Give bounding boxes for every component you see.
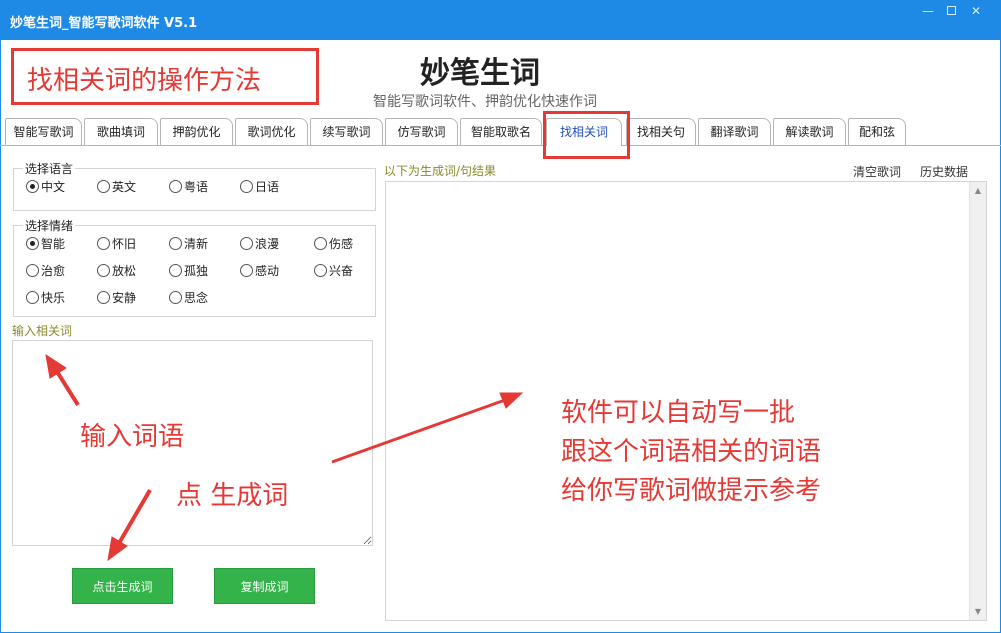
annotation-desc-line-1: 软件可以自动写一批 — [561, 398, 796, 428]
tab-continue-lyrics[interactable]: 续写歌词 — [310, 118, 383, 145]
radio-icon — [97, 180, 110, 193]
language-group-label: 选择语言 — [23, 160, 76, 177]
mood-option-excited[interactable]: 兴奋 — [314, 263, 353, 279]
tab-song-fill[interactable]: 歌曲填词 — [84, 118, 158, 145]
radio-icon — [26, 237, 39, 250]
radio-icon — [240, 180, 253, 193]
radio-icon — [26, 291, 39, 304]
app-name: 妙笔生词 — [420, 56, 540, 91]
tab-translate-lyrics[interactable]: 翻译歌词 — [698, 118, 771, 145]
radio-icon — [97, 264, 110, 277]
tab-lyrics-optimize[interactable]: 歌词优化 — [235, 118, 308, 145]
mood-group-label: 选择情绪 — [23, 217, 76, 234]
title-bar: 妙笔生词_智能写歌词软件 V5.1 — ✕ — [0, 0, 1001, 40]
radio-icon — [97, 237, 110, 250]
tab-imitate-lyrics[interactable]: 仿写歌词 — [385, 118, 458, 145]
radio-icon — [169, 237, 182, 250]
radio-icon — [26, 264, 39, 277]
input-label: 输入相关词 — [12, 324, 73, 338]
radio-icon — [97, 291, 110, 304]
scroll-up-icon[interactable]: ▲ — [970, 182, 986, 199]
mood-option-nostalgic[interactable]: 怀旧 — [97, 236, 136, 252]
tab-interpret-lyrics[interactable]: 解读歌词 — [773, 118, 846, 145]
tab-bar: 智能写歌词 歌曲填词 押韵优化 歌词优化 续写歌词 仿写歌词 智能取歌名 找相关… — [0, 118, 1001, 146]
radio-icon — [26, 180, 39, 193]
clear-lyrics-button[interactable]: 清空歌词 — [853, 163, 901, 180]
language-option-japanese[interactable]: 日语 — [240, 179, 279, 195]
app-subtitle: 智能写歌词软件、押韵优化快速作词 — [373, 94, 597, 110]
mood-option-happy[interactable]: 快乐 — [26, 290, 65, 306]
mood-option-lonely[interactable]: 孤独 — [169, 263, 208, 279]
language-option-english[interactable]: 英文 — [97, 179, 136, 195]
annotation-title: 找相关词的操作方法 — [27, 66, 262, 96]
tab-rhyme-optimize[interactable]: 押韵优化 — [160, 118, 233, 145]
annotation-click-hint: 点 生成词 — [176, 481, 289, 511]
tab-song-naming[interactable]: 智能取歌名 — [460, 118, 542, 145]
language-option-cantonese[interactable]: 粤语 — [169, 179, 208, 195]
copy-button[interactable]: 复制成词 — [214, 568, 315, 604]
scroll-down-icon[interactable]: ▼ — [970, 603, 986, 620]
radio-icon — [314, 237, 327, 250]
window-title: 妙笔生词_智能写歌词软件 V5.1 — [10, 16, 198, 31]
maximize-button[interactable] — [941, 2, 961, 20]
tab-divider — [0, 145, 1001, 146]
mood-option-quiet[interactable]: 安静 — [97, 290, 136, 306]
mood-option-fresh[interactable]: 清新 — [169, 236, 208, 252]
tab-chords[interactable]: 配和弦 — [848, 118, 906, 145]
related-word-input[interactable] — [12, 340, 373, 546]
close-button[interactable]: ✕ — [966, 2, 986, 20]
mood-option-sad[interactable]: 伤感 — [314, 236, 353, 252]
radio-icon — [240, 237, 253, 250]
tab-smart-lyrics[interactable]: 智能写歌词 — [5, 118, 82, 145]
minimize-button[interactable]: — — [918, 2, 938, 20]
tab-find-related-sentences[interactable]: 找相关句 — [626, 118, 696, 145]
tab-find-related-words[interactable]: 找相关词 — [546, 118, 622, 146]
maximize-icon — [946, 6, 956, 15]
radio-icon — [169, 180, 182, 193]
radio-icon — [169, 264, 182, 277]
result-scrollbar[interactable]: ▲ ▼ — [969, 182, 986, 620]
language-option-chinese[interactable]: 中文 — [26, 179, 65, 195]
annotation-desc-line-2: 跟这个词语相关的词语 — [561, 437, 822, 467]
mood-option-touched[interactable]: 感动 — [240, 263, 279, 279]
mood-option-missing[interactable]: 思念 — [169, 290, 208, 306]
mood-option-healing[interactable]: 治愈 — [26, 263, 65, 279]
mood-option-relax[interactable]: 放松 — [97, 263, 136, 279]
mood-option-smart[interactable]: 智能 — [26, 236, 65, 252]
history-button[interactable]: 历史数据 — [920, 163, 968, 180]
generate-button[interactable]: 点击生成词 — [72, 568, 173, 604]
radio-icon — [169, 291, 182, 304]
annotation-desc-line-3: 给你写歌词做提示参考 — [561, 476, 822, 506]
mood-option-romantic[interactable]: 浪漫 — [240, 236, 279, 252]
radio-icon — [240, 264, 253, 277]
annotation-input-hint: 输入词语 — [80, 422, 185, 452]
result-label: 以下为生成词/句结果 — [384, 164, 497, 178]
radio-icon — [314, 264, 327, 277]
